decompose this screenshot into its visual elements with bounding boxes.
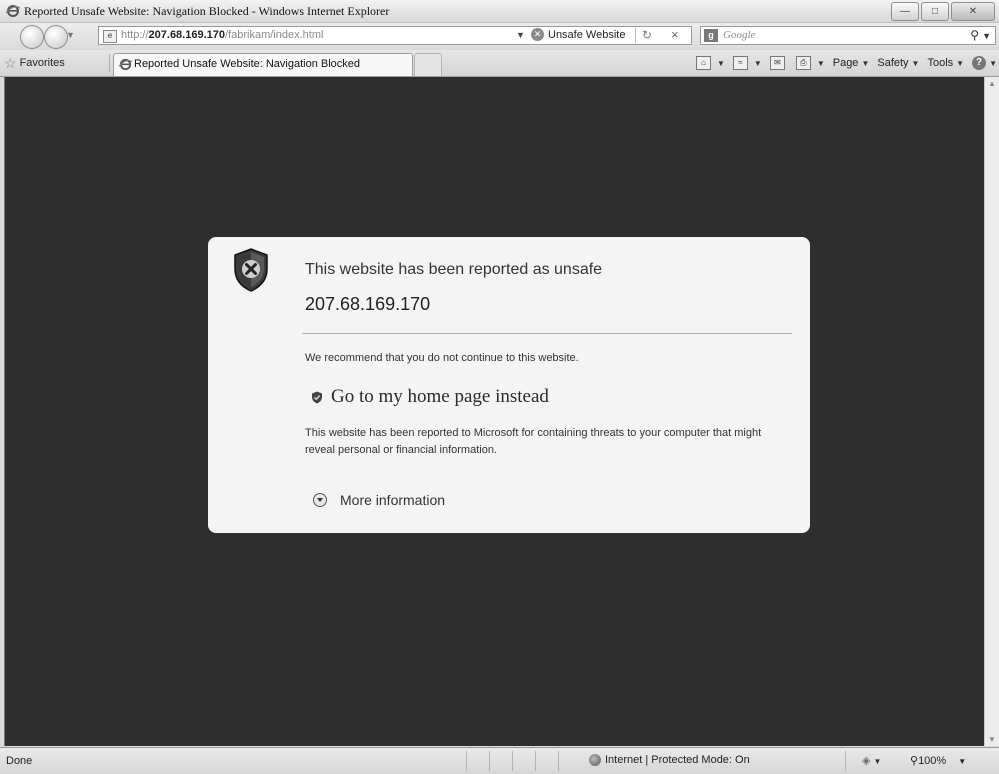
status-panel xyxy=(466,751,489,771)
address-url[interactable]: http://207.68.169.170/fabrikam/index.htm… xyxy=(121,29,323,41)
address-bar[interactable]: e http://207.68.169.170/fabrikam/index.h… xyxy=(98,26,692,45)
window-controls: — □ ✕ xyxy=(889,2,995,21)
new-tab-button[interactable] xyxy=(414,53,442,76)
warning-card: This website has been reported as unsafe… xyxy=(208,237,810,533)
shield-x-icon xyxy=(234,248,268,292)
browser-window: Reported Unsafe Website: Navigation Bloc… xyxy=(0,0,999,774)
status-panel xyxy=(535,751,558,771)
address-separator xyxy=(635,28,636,43)
chevron-down-icon: ▼ xyxy=(873,757,882,766)
safety-menu-label: Safety xyxy=(877,57,909,69)
maximize-button[interactable]: □ xyxy=(921,2,949,21)
status-bar: Done Internet | Protected Mode: On ◈ ▼ ⚲1… xyxy=(0,747,999,774)
back-button[interactable] xyxy=(20,25,44,49)
magnifier-icon: ⚲ xyxy=(910,755,919,767)
tools-menu-label: Tools xyxy=(927,57,954,69)
print-button[interactable]: ⎙ ▼ xyxy=(795,56,825,70)
minimize-button[interactable]: — xyxy=(891,2,919,21)
search-placeholder: Google xyxy=(723,29,756,41)
page-menu-label: Page xyxy=(832,57,859,69)
help-menu[interactable]: ? ▼ xyxy=(972,56,997,70)
chevron-down-icon: ▼ xyxy=(958,757,967,766)
blocked-ip-address: 207.68.169.170 xyxy=(305,294,431,314)
stop-icon[interactable]: × xyxy=(671,27,679,42)
google-icon: g xyxy=(704,29,718,42)
ie-tab-icon xyxy=(119,58,132,71)
status-panel xyxy=(489,751,512,771)
status-text: Done xyxy=(6,755,33,767)
divider xyxy=(302,333,792,334)
zoom-control[interactable]: ⚲100% ▼ xyxy=(910,754,966,767)
explanation-text: This website has been reported to Micros… xyxy=(305,427,762,456)
feeds-button[interactable]: ≈ ▼ xyxy=(732,56,762,70)
rss-feed-icon: ≈ xyxy=(732,56,748,70)
window-title: Reported Unsafe Website: Navigation Bloc… xyxy=(24,4,390,18)
search-icon[interactable]: ⚲ xyxy=(970,28,979,42)
maximize-icon: □ xyxy=(931,6,939,17)
go-home-label: Go to my home page instead xyxy=(331,386,549,407)
address-dropdown-icon[interactable]: ▼ xyxy=(516,30,525,40)
status-separator xyxy=(845,751,846,771)
shield-check-icon xyxy=(312,391,322,403)
favorites-label: Favorites xyxy=(19,57,65,69)
favorites-separator xyxy=(109,54,110,72)
recent-pages-dropdown-icon[interactable]: ▼ xyxy=(66,30,75,40)
warning-title: This website has been reported as unsafe xyxy=(305,261,603,278)
recommendation-text: We recommend that you do not continue to… xyxy=(305,352,579,364)
close-icon: ✕ xyxy=(968,6,978,17)
tools-menu[interactable]: Tools ▼ xyxy=(927,57,964,69)
status-panel xyxy=(558,751,581,771)
security-zone-label: Internet | Protected Mode: On xyxy=(605,754,750,766)
scroll-down-icon[interactable]: ▼ xyxy=(988,735,996,744)
status-panels xyxy=(466,751,581,771)
tab-label: Reported Unsafe Website: Navigation Bloc… xyxy=(134,58,361,70)
chevron-down-icon: ▼ xyxy=(716,58,725,68)
tab-bar: ☆ Favorites Reported Unsafe Website: Nav… xyxy=(0,50,999,77)
security-zone[interactable]: Internet | Protected Mode: On xyxy=(589,754,750,766)
safety-menu[interactable]: Safety ▼ xyxy=(877,57,919,69)
chevron-down-icon: ▼ xyxy=(911,58,920,68)
read-mail-button[interactable]: ✉ xyxy=(769,56,788,70)
page-menu[interactable]: Page ▼ xyxy=(833,57,870,69)
close-button[interactable]: ✕ xyxy=(951,2,995,21)
tab-active[interactable]: Reported Unsafe Website: Navigation Bloc… xyxy=(113,53,413,76)
scroll-up-icon[interactable]: ▲ xyxy=(988,79,996,88)
chevron-down-icon: ▼ xyxy=(753,58,762,68)
chevron-down-icon: ▼ xyxy=(956,58,965,68)
favorites-star-icon: ☆ xyxy=(4,54,17,71)
unsafe-x-icon: ✕ xyxy=(531,28,544,41)
more-information-toggle[interactable]: More information xyxy=(313,492,445,508)
search-box[interactable]: g Google ⚲ ▼ xyxy=(700,26,996,45)
shield-status-icon: ◈ xyxy=(862,755,871,767)
page-icon: e xyxy=(103,30,117,43)
favorites-button[interactable]: ☆ Favorites xyxy=(4,54,65,72)
page-content: This website has been reported as unsafe… xyxy=(4,77,984,746)
refresh-icon[interactable]: ↻ xyxy=(642,28,652,42)
title-bar: Reported Unsafe Website: Navigation Bloc… xyxy=(0,0,999,23)
search-options-dropdown-icon[interactable]: ▼ xyxy=(982,31,991,41)
printer-icon: ⎙ xyxy=(795,56,811,70)
status-panel xyxy=(512,751,535,771)
vertical-scrollbar[interactable]: ▲ ▼ xyxy=(984,77,999,746)
minimize-icon: — xyxy=(900,6,910,17)
expand-chevron-icon xyxy=(313,493,327,507)
unsafe-website-indicator[interactable]: ✕ Unsafe Website xyxy=(531,28,625,41)
navigation-bar: ▼ e http://207.68.169.170/fabrikam/index… xyxy=(0,23,999,49)
chevron-down-icon: ▼ xyxy=(989,58,997,68)
chevron-down-icon: ▼ xyxy=(861,58,870,68)
mail-icon: ✉ xyxy=(769,56,785,70)
command-bar: ⌂ ▼ ≈ ▼ ✉ ⎙ ▼ Page ▼ Safety ▼ Tools ▼ ? ▼ xyxy=(688,54,997,72)
more-information-label: More information xyxy=(340,492,446,508)
home-icon: ⌂ xyxy=(695,56,711,70)
ie-logo-icon xyxy=(6,5,20,17)
go-home-link[interactable]: Go to my home page instead xyxy=(311,386,549,408)
unsafe-website-label: Unsafe Website xyxy=(548,28,626,41)
globe-icon xyxy=(589,754,601,766)
home-button[interactable]: ⌂ ▼ xyxy=(695,56,725,70)
help-icon: ? xyxy=(972,56,987,70)
chevron-down-icon: ▼ xyxy=(816,58,825,68)
forward-button[interactable] xyxy=(44,25,68,49)
protected-mode-button[interactable]: ◈ ▼ xyxy=(862,754,881,767)
zoom-level: 100% xyxy=(918,755,947,767)
